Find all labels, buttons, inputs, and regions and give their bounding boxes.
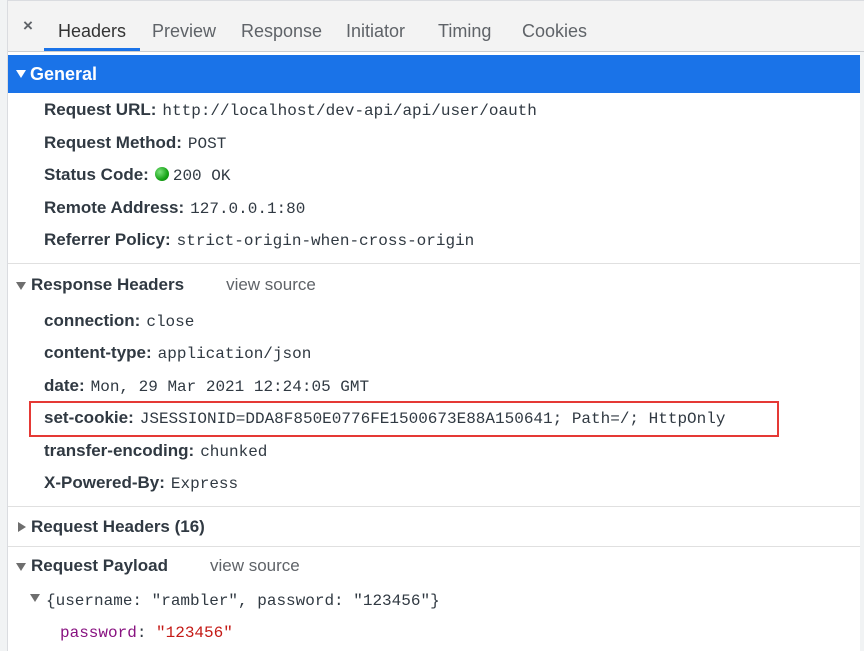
- payload-property-key: password: [60, 624, 137, 642]
- header-key: Request Method:: [44, 133, 182, 152]
- header-key: transfer-encoding:: [44, 441, 195, 460]
- general-row-referrer-policy: Referrer Policy: strict-origin-when-cross…: [44, 225, 474, 255]
- header-value: POST: [187, 135, 227, 153]
- payload-property: password: "123456": [60, 618, 233, 648]
- general-section-title: General: [30, 64, 98, 84]
- tab-preview[interactable]: Preview: [152, 11, 216, 51]
- request-headers-title: Request Headers (16): [31, 517, 205, 536]
- payload-object-summary[interactable]: {username: "rambler", password: "123456"…: [30, 586, 440, 616]
- status-dot-icon: [154, 167, 169, 181]
- header-value: application/json: [157, 345, 312, 363]
- request-payload-title: Request Payload: [31, 556, 168, 575]
- devtools-network-details: × Headers Preview Response Initiator Tim…: [0, 0, 864, 651]
- general-section-header[interactable]: General: [8, 55, 860, 93]
- tab-timing[interactable]: Timing: [438, 11, 491, 51]
- set-cookie-highlight-box: [29, 401, 779, 437]
- triangle-down-icon: [30, 594, 40, 602]
- header-key: Request URL:: [44, 100, 157, 119]
- header-key: Status Code:: [44, 165, 149, 184]
- header-value: 200 OK: [172, 167, 231, 185]
- general-row-request-method: Request Method: POST: [44, 128, 226, 158]
- section-divider: [8, 263, 860, 264]
- tab-response[interactable]: Response: [241, 11, 322, 51]
- view-source-link[interactable]: view source: [210, 556, 300, 575]
- section-divider: [8, 506, 860, 507]
- payload-summary-text: {username: "rambler", password: "123456"…: [46, 592, 440, 610]
- header-key: Remote Address:: [44, 198, 185, 217]
- header-key: date:: [44, 376, 85, 395]
- left-edge-strip: [0, 0, 8, 651]
- triangle-right-icon: [18, 522, 26, 532]
- section-divider: [8, 546, 860, 547]
- tab-cookies[interactable]: Cookies: [522, 11, 587, 51]
- header-key: Referrer Policy:: [44, 230, 171, 249]
- header-key: connection:: [44, 311, 141, 330]
- response-headers-title: Response Headers: [31, 275, 185, 294]
- request-headers-section-header[interactable]: Request Headers (16): [8, 512, 205, 542]
- header-value: http://localhost/dev-api/api/user/oauth: [162, 102, 537, 120]
- triangle-down-icon: [16, 282, 26, 290]
- general-row-request-url: Request URL: http://localhost/dev-api/api…: [44, 95, 537, 125]
- vertical-scrollbar[interactable]: [860, 52, 864, 651]
- details-tab-bar: × Headers Preview Response Initiator Tim…: [8, 0, 864, 52]
- close-icon[interactable]: ×: [18, 13, 38, 39]
- tab-headers[interactable]: Headers: [44, 11, 141, 51]
- response-header-row: X-Powered-By: Express: [44, 468, 238, 498]
- response-header-row: content-type: application/json: [44, 338, 311, 368]
- header-value: Express: [170, 475, 239, 493]
- response-header-row: transfer-encoding: chunked: [44, 436, 267, 466]
- general-row-status-code: Status Code: 200 OK: [44, 160, 230, 190]
- response-header-row: date: Mon, 29 Mar 2021 12:24:05 GMT: [44, 371, 369, 401]
- header-value: 127.0.0.1:80: [190, 200, 306, 218]
- header-value: Mon, 29 Mar 2021 12:24:05 GMT: [90, 378, 370, 396]
- triangle-down-icon: [16, 70, 26, 78]
- response-headers-section-header[interactable]: Response Headers view source: [8, 270, 316, 300]
- header-key: X-Powered-By:: [44, 473, 165, 492]
- triangle-down-icon: [16, 563, 26, 571]
- header-value: close: [146, 313, 195, 331]
- request-payload-section-header[interactable]: Request Payload view source: [8, 551, 300, 581]
- header-key: content-type:: [44, 343, 152, 362]
- view-source-link[interactable]: view source: [226, 275, 316, 294]
- general-row-remote-address: Remote Address: 127.0.0.1:80: [44, 193, 305, 223]
- payload-property-value: "123456": [156, 624, 233, 642]
- response-header-row: connection: close: [44, 306, 194, 336]
- headers-panel: General Request URL: http://localhost/dev…: [8, 53, 860, 651]
- header-value: strict-origin-when-cross-origin: [176, 232, 475, 250]
- tab-initiator[interactable]: Initiator: [346, 11, 405, 51]
- payload-property-separator: :: [136, 624, 157, 642]
- header-value: chunked: [200, 443, 268, 461]
